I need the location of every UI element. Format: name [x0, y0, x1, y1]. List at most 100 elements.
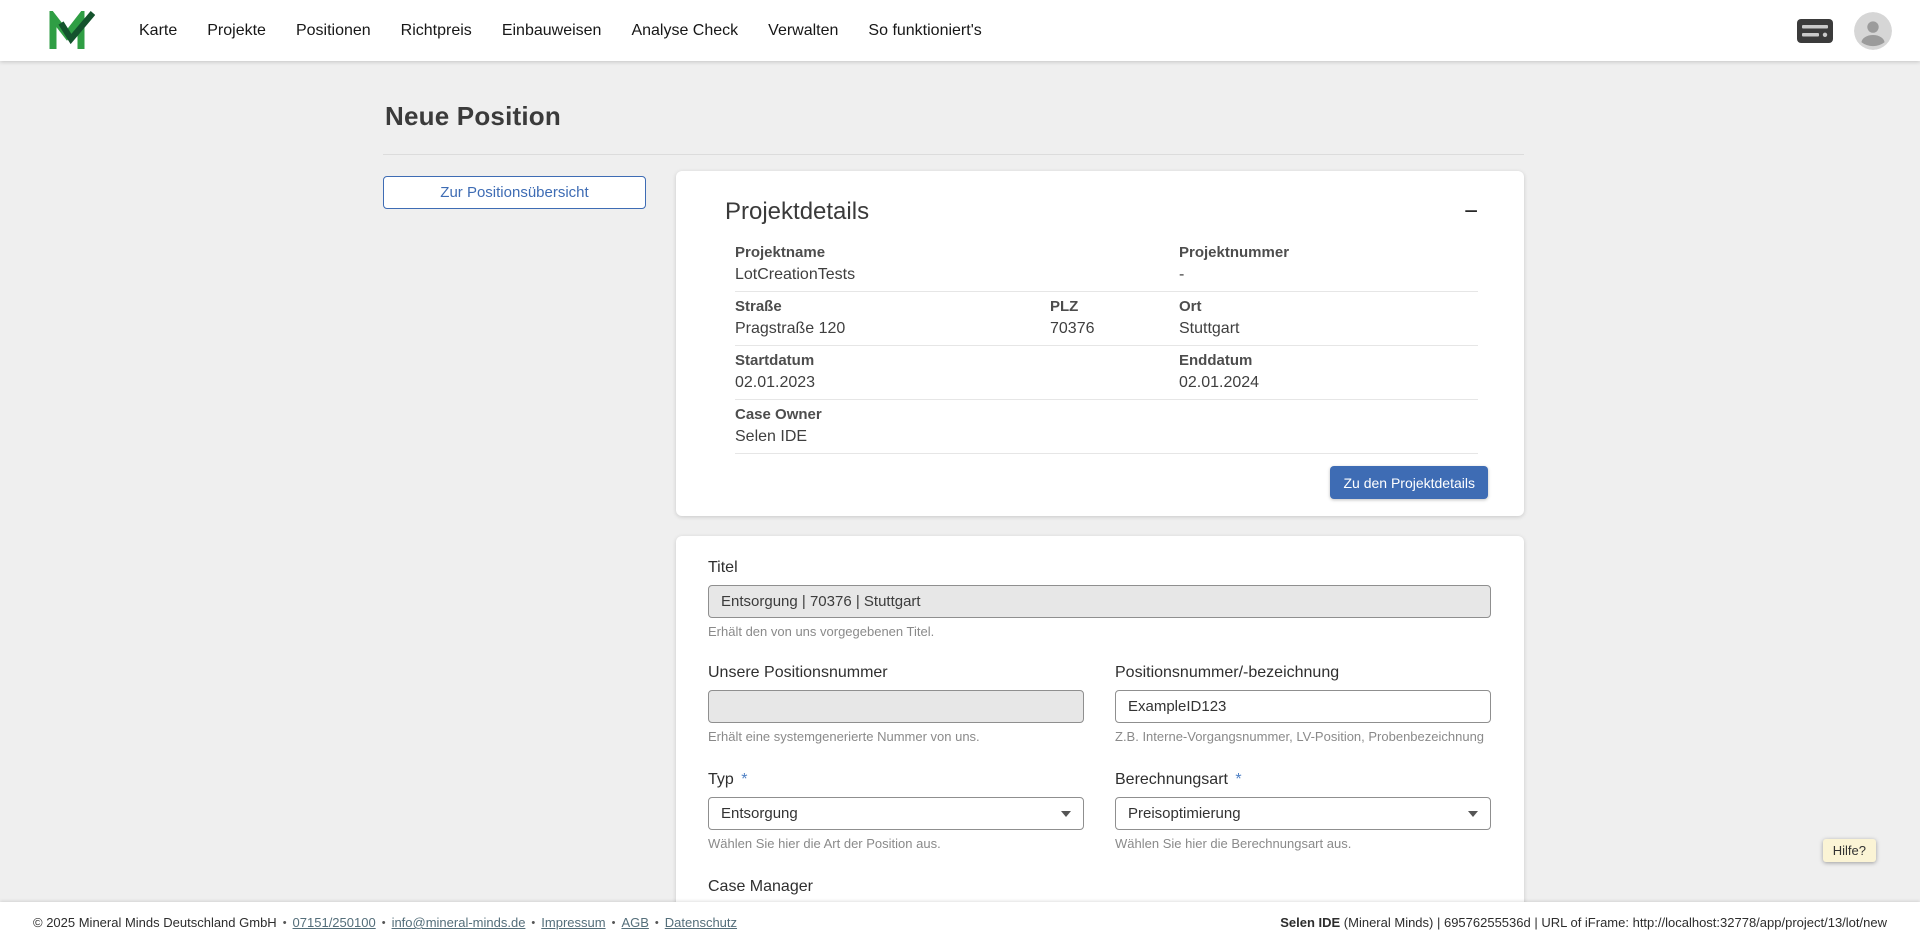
field-startdatum: Startdatum 02.01.2023 — [735, 352, 1179, 392]
field-value: 02.01.2023 — [735, 373, 1179, 392]
unsere-positionsnummer-helper: Erhält eine systemgenerierte Nummer von … — [708, 729, 1084, 744]
goto-project-details-button[interactable]: Zu den Projektdetails — [1330, 466, 1488, 499]
field-label: Startdatum — [735, 352, 1179, 370]
session-user: Selen IDE — [1280, 915, 1340, 930]
field-label: Case Owner — [735, 406, 1478, 424]
main-content: Neue Position Zur Positionsübersicht Pro… — [383, 101, 1524, 943]
field-label: Projektname — [735, 244, 1179, 262]
field-strasse: Straße Pragstraße 120 — [735, 298, 1050, 338]
field-projektnummer: Projektnummer - — [1179, 244, 1478, 284]
berechnungsart-select-value: Preisoptimierung — [1128, 805, 1241, 822]
nav-item-so-funktionierts[interactable]: So funktioniert's — [868, 22, 981, 40]
mineral-minds-logo[interactable] — [49, 11, 95, 51]
separator: • — [531, 917, 535, 929]
footer-link-phone[interactable]: 07151/250100 — [293, 915, 376, 930]
positionsnummer-helper: Z.B. Interne-Vorgangsnummer, LV-Position… — [1115, 729, 1491, 744]
nav-item-karte[interactable]: Karte — [139, 22, 177, 40]
typ-label: Typ — [708, 771, 734, 788]
positionsnummer-group: Positionsnummer/-bezeichnung Z.B. Intern… — [1115, 663, 1491, 744]
typ-label-row: Typ * — [708, 770, 1084, 789]
titel-input — [708, 585, 1491, 618]
copyright-text: © 2025 Mineral Minds Deutschland GmbH — [33, 915, 277, 930]
footer: © 2025 Mineral Minds Deutschland GmbH • … — [0, 902, 1920, 943]
separator: • — [612, 917, 616, 929]
typ-group: Typ * Entsorgung Wählen Sie hier die Art… — [708, 770, 1084, 851]
berechnungsart-select[interactable]: Preisoptimierung — [1115, 797, 1491, 830]
project-details-card: Projektdetails − Projektname LotCreation… — [676, 171, 1524, 516]
chevron-down-icon — [1468, 811, 1478, 817]
field-row: Straße Pragstraße 120 PLZ 70376 Ort Stut… — [735, 292, 1478, 346]
server-icon-graphic — [1796, 18, 1834, 44]
chevron-down-icon — [1061, 811, 1071, 817]
right-column: Projektdetails − Projektname LotCreation… — [676, 171, 1524, 943]
unsere-positionsnummer-label: Unsere Positionsnummer — [708, 663, 1084, 682]
field-value: Selen IDE — [735, 427, 1478, 446]
field-row: Startdatum 02.01.2023 Enddatum 02.01.202… — [735, 346, 1478, 400]
logo-graphic — [49, 11, 95, 51]
field-value: LotCreationTests — [735, 265, 1179, 284]
field-value: Pragstraße 120 — [735, 319, 1050, 338]
unsere-positionsnummer-group: Unsere Positionsnummer Erhält eine syste… — [708, 663, 1084, 744]
page-title: Neue Position — [385, 101, 1524, 132]
separator: • — [382, 917, 386, 929]
form-grid: Unsere Positionsnummer Erhält eine syste… — [708, 663, 1491, 851]
nav-item-richtpreis[interactable]: Richtpreis — [401, 22, 472, 40]
positionsnummer-label: Positionsnummer/-bezeichnung — [1115, 663, 1491, 682]
nav-item-einbauweisen[interactable]: Einbauweisen — [502, 22, 602, 40]
unsere-positionsnummer-input — [708, 690, 1084, 723]
field-label: Projektnummer — [1179, 244, 1478, 262]
field-ort: Ort Stuttgart — [1179, 298, 1478, 338]
collapse-button[interactable]: − — [1458, 200, 1484, 224]
field-plz: PLZ 70376 — [1050, 298, 1179, 338]
session-details: (Mineral Minds) | 69576255536d | URL of … — [1340, 915, 1887, 930]
nav-item-projekte[interactable]: Projekte — [207, 22, 266, 40]
project-details-header: Projektdetails − — [676, 171, 1524, 238]
case-manager-label: Case Manager — [708, 877, 1084, 896]
footer-link-impressum[interactable]: Impressum — [541, 915, 605, 930]
title-divider — [383, 154, 1524, 155]
nav-item-analyse-check[interactable]: Analyse Check — [631, 22, 738, 40]
project-details-fields: Projektname LotCreationTests Projektnumm… — [676, 238, 1524, 454]
person-icon — [1854, 12, 1892, 50]
typ-select[interactable]: Entsorgung — [708, 797, 1084, 830]
titel-group: Titel Erhält den von uns vorgegebenen Ti… — [708, 558, 1491, 639]
field-label: Enddatum — [1179, 352, 1478, 370]
field-case-owner: Case Owner Selen IDE — [735, 406, 1478, 446]
berechnungsart-label: Berechnungsart — [1115, 771, 1228, 788]
field-value: Stuttgart — [1179, 319, 1478, 338]
field-projektname: Projektname LotCreationTests — [735, 244, 1179, 284]
berechnungsart-label-row: Berechnungsart * — [1115, 770, 1491, 789]
footer-link-agb[interactable]: AGB — [621, 915, 648, 930]
field-value: 02.01.2024 — [1179, 373, 1478, 392]
help-button[interactable]: Hilfe? — [1823, 839, 1876, 862]
berechnungsart-group: Berechnungsart * Preisoptimierung Wählen… — [1115, 770, 1491, 851]
nav-item-verwalten[interactable]: Verwalten — [768, 22, 838, 40]
separator: • — [655, 917, 659, 929]
server-icon[interactable] — [1796, 18, 1834, 44]
nav-item-positionen[interactable]: Positionen — [296, 22, 371, 40]
topbar-right — [1796, 12, 1892, 50]
field-row: Case Owner Selen IDE — [735, 400, 1478, 454]
footer-session-info: Selen IDE (Mineral Minds) | 69576255536d… — [1280, 915, 1887, 930]
user-avatar[interactable] — [1854, 12, 1892, 50]
top-navigation: Karte Projekte Positionen Richtpreis Ein… — [0, 0, 1920, 61]
separator: • — [283, 917, 287, 929]
back-to-positions-button[interactable]: Zur Positionsübersicht — [383, 176, 646, 209]
positionsnummer-input[interactable] — [1115, 690, 1491, 723]
left-column: Zur Positionsübersicht — [383, 171, 646, 209]
required-marker: * — [1235, 771, 1241, 788]
main-nav: Karte Projekte Positionen Richtpreis Ein… — [139, 22, 982, 40]
berechnungsart-helper: Wählen Sie hier die Berechnungsart aus. — [1115, 836, 1491, 851]
footer-link-email[interactable]: info@mineral-minds.de — [392, 915, 526, 930]
field-value: 70376 — [1050, 319, 1179, 338]
project-details-title: Projektdetails — [725, 197, 869, 226]
typ-helper: Wählen Sie hier die Art der Position aus… — [708, 836, 1084, 851]
field-row: Projektname LotCreationTests Projektnumm… — [735, 238, 1478, 292]
field-label: Ort — [1179, 298, 1478, 316]
field-enddatum: Enddatum 02.01.2024 — [1179, 352, 1478, 392]
footer-link-datenschutz[interactable]: Datenschutz — [665, 915, 737, 930]
project-details-actions: Zu den Projektdetails — [676, 454, 1524, 516]
content-columns: Zur Positionsübersicht Projektdetails − … — [383, 171, 1524, 943]
position-form-card: Titel Erhält den von uns vorgegebenen Ti… — [676, 536, 1524, 943]
footer-left: © 2025 Mineral Minds Deutschland GmbH • … — [33, 915, 737, 930]
